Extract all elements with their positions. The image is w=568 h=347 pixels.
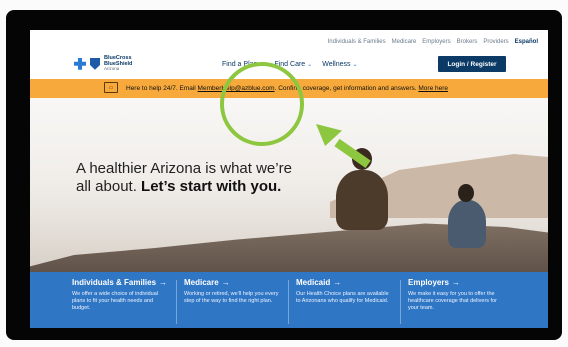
utility-nav: Individuals & Families Medicare Employer… — [328, 39, 538, 45]
logo-text: BlueCross BlueShield Arizona — [104, 55, 132, 72]
card-text: We offer a wide choice of individual pla… — [72, 291, 159, 311]
highlight-circle — [220, 62, 304, 146]
card-individuals-families[interactable]: Individuals & Families → We offer a wide… — [64, 272, 176, 328]
chevron-down-icon: ⌄ — [307, 62, 313, 68]
card-medicare[interactable]: Medicare → Working or retired, we'll hel… — [176, 272, 288, 328]
card-title-text: Medicaid — [296, 278, 331, 287]
card-title: Individuals & Families → — [72, 278, 168, 287]
login-register-button[interactable]: Login / Register — [438, 56, 506, 72]
topnav-espanol[interactable]: Español — [515, 39, 538, 45]
hero-headline-plain: all about. — [76, 178, 142, 195]
hero-hiker-2-head — [458, 184, 474, 202]
site-logo[interactable]: BlueCross BlueShield Arizona — [74, 55, 132, 72]
card-title-text: Individuals & Families — [72, 278, 157, 287]
support-chat-icon: ▭ — [104, 82, 118, 93]
topnav-individuals[interactable]: Individuals & Families — [328, 39, 386, 45]
hero-headline-line-2: all about. Let’s start with you. — [76, 178, 281, 195]
logo-line-3: Arizona — [104, 66, 120, 71]
shield-icon — [90, 57, 100, 70]
arrow-right-icon: → — [333, 278, 342, 287]
card-title: Medicaid → — [296, 278, 392, 287]
hero-hiker-1 — [336, 170, 388, 230]
banner-text-prefix: Here to help 24/7. Email — [126, 85, 198, 92]
browser-screen: Individuals & Families Medicare Employer… — [30, 30, 548, 328]
card-title-text: Medicare — [184, 278, 219, 287]
arrow-right-icon: → — [221, 278, 230, 287]
card-title: Employers → — [408, 278, 504, 287]
nav-wellness-label: Wellness — [322, 61, 351, 68]
card-title: Medicare → — [184, 278, 280, 287]
nav-wellness[interactable]: Wellness ⌄ — [322, 61, 357, 68]
card-text: Working or retired, we'll help you every… — [184, 291, 279, 304]
hero-hiker-2 — [448, 200, 486, 248]
hero-headline-bold: Let’s start with you. — [141, 178, 282, 195]
card-title-text: Employers — [408, 278, 449, 287]
card-text: Our Health Choice plans are available to… — [296, 291, 389, 304]
card-text: We make it easy for you to offer the hea… — [408, 291, 497, 311]
arrow-right-icon: → — [451, 278, 460, 287]
card-employers[interactable]: Employers → We make it easy for you to o… — [400, 272, 512, 328]
arrow-right-icon: → — [159, 278, 168, 287]
audience-cards: Individuals & Families → We offer a wide… — [30, 272, 548, 328]
topnav-employers[interactable]: Employers — [422, 39, 450, 45]
chevron-down-icon: ⌄ — [352, 62, 358, 68]
topnav-brokers[interactable]: Brokers — [457, 39, 478, 45]
banner-more-here-link[interactable]: More here — [418, 85, 448, 92]
hero-headline-line-1: A healthier Arizona is what we’re — [76, 160, 292, 177]
topnav-providers[interactable]: Providers — [483, 39, 508, 45]
topnav-medicare[interactable]: Medicare — [392, 39, 417, 45]
cross-icon — [74, 57, 86, 70]
card-medicaid[interactable]: Medicaid → Our Health Choice plans are a… — [288, 272, 400, 328]
